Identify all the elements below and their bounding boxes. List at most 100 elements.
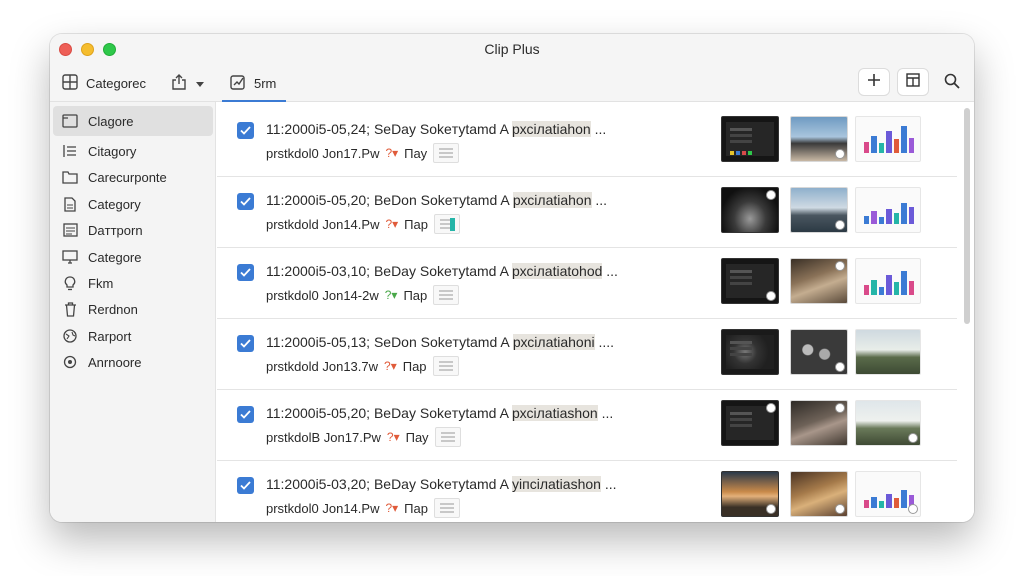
sidebar-item-0[interactable]: Clagore [53, 106, 213, 136]
pin-icon [835, 220, 845, 230]
categories-button[interactable]: Categoreс [62, 70, 146, 96]
clip-meta-tail: Пау [405, 429, 429, 445]
clip-meta-tail: Пар [402, 358, 427, 374]
priority-icon: ?▾ [385, 501, 399, 515]
row-checkbox[interactable] [237, 193, 254, 210]
clip-title-text: 11:2000i5-03,20; BeDay Sokeтуtamd A [266, 476, 509, 492]
clip-title-highlight: рхсілаtiаhon [512, 192, 592, 208]
vertical-scrollbar[interactable] [964, 108, 970, 324]
clip-title: 11:2000i5-05,20; BeDon Sokeтуtamd A рхсі… [266, 192, 607, 208]
thumbnail-photo[interactable] [790, 329, 848, 375]
thumbnail-screenshot[interactable] [721, 400, 779, 446]
clip-meta-tail: Пар [404, 500, 428, 516]
sidebar-item-label: Daттporn [88, 222, 143, 238]
clip-meta-text: prstkdol0 Jon14.Pw [266, 500, 380, 516]
pin-icon [766, 190, 776, 200]
list-icon [62, 143, 78, 159]
clip-title-text: 11:2000i5-05,13; SeDon Sokeтуtamd A [266, 334, 509, 350]
document-icon [62, 196, 78, 212]
checkmark-icon [240, 477, 251, 495]
sidebar-item-9[interactable]: Anrnoore [53, 347, 213, 377]
clip-meta: prstkdold Jon14.Pw ?▾ Пар [266, 214, 460, 234]
tab-5rm-label: 5rm [254, 75, 277, 91]
thumbnail-photo[interactable] [721, 471, 779, 517]
priority-icon: ?▾ [386, 430, 400, 444]
sidebar-item-label: Rarport [88, 328, 132, 344]
add-button[interactable] [858, 68, 890, 96]
list-item[interactable]: 11:2000i5-05,13; SeDon Sokeтуtamd A рхсі… [217, 319, 957, 390]
thumbnail-photo[interactable] [790, 471, 848, 517]
thumbnail-photo[interactable] [721, 187, 779, 233]
sidebar-item-4[interactable]: Daттporn [53, 215, 213, 245]
row-checkbox[interactable] [237, 477, 254, 494]
list-item[interactable]: 11:2000i5-05,20; BeDon Sokeтуtamd A рхсі… [217, 177, 957, 248]
clip-title-highlight: рхсілаtiаshon [512, 405, 598, 421]
clip-meta: prstkdol0 Jon17.Pw ?▾ Пау [266, 143, 460, 163]
sidebar-item-label: Category [88, 196, 141, 212]
clip-title: 11:2000i5-03,10; BeDay Sokeтуtamd A рхсі… [266, 263, 618, 279]
thumbnail-photo[interactable] [790, 116, 848, 162]
thumbnail-photo[interactable] [790, 258, 848, 304]
sidebar-item-2[interactable]: Carecurponte [53, 162, 213, 192]
pin-icon [766, 291, 776, 301]
list-item[interactable]: 11:2000i5-03,10; BeDay Sokeтуtamd A рхсі… [217, 248, 957, 319]
clip-meta-text: prstkdol0 Jon17.Pw [266, 145, 380, 161]
clip-title-highlight: рхсілаtiаtohod [512, 263, 603, 279]
monitor-icon [62, 249, 78, 265]
thumbnail-chart[interactable] [855, 471, 921, 517]
tab-5rm[interactable]: 5rm [221, 70, 287, 102]
clip-title-text: 11:2000i5-05,20; BeDon Sokeтуtamd A [266, 192, 509, 208]
grid-icon [62, 73, 78, 93]
clip-title-highlight: уіпсілаtiаshon [512, 476, 601, 492]
clip-title-tail: ... [591, 192, 608, 208]
list-item[interactable]: 11:2000i5-05,20; BeDay Sokeтуtamd A рхсі… [217, 390, 957, 461]
row-checkbox[interactable] [237, 406, 254, 423]
folder-outline-icon [62, 169, 78, 185]
clip-meta-text: prstkdolB Jon17.Pw [266, 429, 381, 445]
pin-icon [766, 504, 776, 514]
clip-title-text: 11:2000i5-05,24; SeDay Sokeтуtamd A [266, 121, 509, 137]
priority-icon: ?▾ [384, 359, 397, 373]
clip-meta-text: prstkdold Jon14.Pw [266, 216, 380, 232]
thumbnail-screenshot[interactable] [721, 258, 779, 304]
thumbnail-chart[interactable] [855, 187, 921, 233]
row-checkbox[interactable] [237, 335, 254, 352]
globe-icon [62, 328, 78, 344]
thumbnail-chart[interactable] [855, 116, 921, 162]
checkmark-icon [240, 406, 251, 424]
clip-list: 11:2000i5-05,24; SeDay Sokeтуtamd A рхсі… [217, 102, 974, 522]
share-menu-button[interactable] [170, 70, 204, 96]
thumbnail-photo[interactable] [855, 329, 921, 375]
clip-title-tail: .... [594, 334, 615, 350]
thumbnail-photo[interactable] [790, 400, 848, 446]
toolbar: Categoreс 5rm [50, 64, 974, 102]
sidebar-item-7[interactable]: Rerdnon [53, 294, 213, 324]
checkmark-icon [240, 193, 251, 211]
sidebar-item-label: Citagory [88, 143, 137, 159]
thumbnail-photo[interactable] [855, 400, 921, 446]
clip-title: 11:2000i5-05,13; SeDon Sokeтуtamd A рхсі… [266, 334, 614, 350]
image-icon [62, 222, 78, 238]
thumbnail-screenshot[interactable] [721, 116, 779, 162]
clip-title-highlight: рхсілаtiаhonі [512, 334, 595, 350]
edit-chart-icon [230, 74, 246, 93]
clip-meta-tail: Пар [403, 287, 428, 303]
target-icon [62, 354, 78, 370]
clip-title-text: 11:2000i5-03,10; BeDay Sokeтуtamd A [266, 263, 509, 279]
window-title: Clip Plus [484, 41, 540, 57]
thumbnail-chart[interactable] [855, 258, 921, 304]
clip-meta-tail: Пау [404, 145, 428, 161]
row-checkbox[interactable] [237, 264, 254, 281]
clip-title-text: 11:2000i5-05,20; BeDay Sokeтуtamd A [266, 405, 509, 421]
search-button[interactable] [939, 70, 965, 96]
thumbnail-photo[interactable] [790, 187, 848, 233]
layout-button[interactable] [897, 68, 929, 96]
chevron-down-icon [196, 76, 204, 91]
app-window: Clip Plus Categoreс 5rm Clagore Citagory… [50, 34, 974, 522]
thumbnail-screenshot[interactable] [721, 329, 779, 375]
list-item[interactable]: 11:2000i5-03,20; BeDay Sokeтуtamd A уіпс… [217, 461, 957, 522]
list-item[interactable]: 11:2000i5-05,24; SeDay Sokeтуtamd A рхсі… [217, 106, 957, 177]
row-checkbox[interactable] [237, 122, 254, 139]
sidebar: Clagore Citagory Carecurponte Category D… [50, 102, 216, 522]
pin-icon [908, 433, 918, 443]
